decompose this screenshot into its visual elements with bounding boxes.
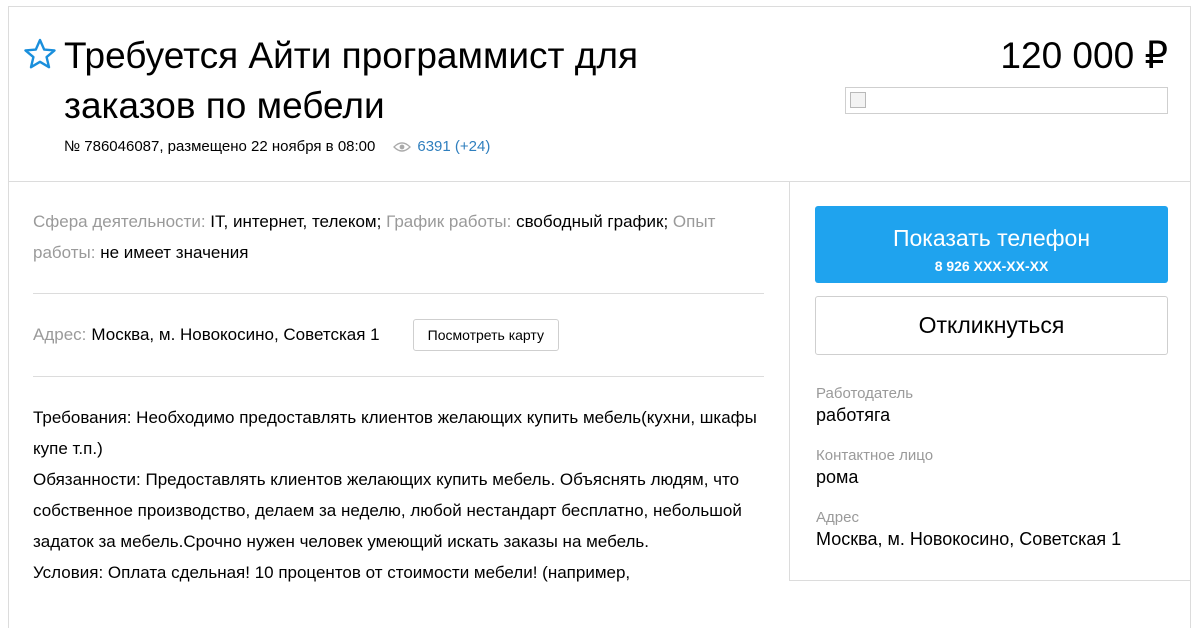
sidebar-divider [789,182,790,580]
broken-image-icon [850,92,866,108]
eye-icon [393,141,412,152]
schedule-value: свободный график; [516,212,669,231]
price-image-placeholder [845,87,1168,114]
sidebar-bottom-divider [789,580,1191,581]
favorite-star-icon[interactable] [24,37,56,71]
description-paragraph: Обязанности: Предоставлять клиентов жела… [33,470,747,551]
address-value: Москва, м. Новокосино, Советская 1 [91,325,380,344]
sphere-label: Сфера деятельности: [33,212,206,231]
employer-value: работяга [816,405,891,425]
divider [33,293,764,294]
contact-label: Контактное лицо [816,447,934,464]
description-paragraph: Требования: Необходимо предоставлять кли… [33,408,762,458]
respond-button[interactable]: Откликнуться [815,296,1168,355]
employer-label: Работодатель [816,385,914,402]
show-phone-label: Показать телефон [892,225,1091,251]
sidebar-address-label: Адрес [816,509,859,526]
sidebar-address-block: Адрес Москва, м. Новокосино, Советская 1 [816,509,1121,550]
show-phone-button[interactable]: Показать телефон 8 926 XXX-XX-XX [815,206,1168,283]
address-label: Адрес: [33,325,87,344]
description-paragraph: Условия: Оплата сдельная! 10 процентов о… [33,563,631,582]
contact-block: Контактное лицо рома [816,447,933,488]
job-params: Сфера деятельности: IT, интернет, телеко… [33,206,753,268]
divider [33,376,764,377]
show-map-button[interactable]: Посмотреть карту [412,319,559,351]
employer-block: Работодатель работяга [816,385,913,426]
listing-meta: № 786046087, размещено 22 ноября в 08:00… [64,138,490,155]
job-description: Требования: Необходимо предоставлять кли… [33,402,768,588]
experience-value: не имеет значения [100,243,249,262]
phone-masked: 8 926 XXX-XX-XX [934,258,1049,274]
page-title: Требуется Айти программист для заказов п… [64,35,638,126]
address-row: Адрес: Москва, м. Новокосино, Советская … [33,319,559,351]
sidebar-address-value: Москва, м. Новокосино, Советская 1 [816,529,1122,549]
listing-number-date: № 786046087, размещено 22 ноября в 08:00 [64,138,376,155]
views-count-link[interactable]: 6391 (+24) [417,138,490,155]
sphere-value: IT, интернет, телеком; [210,212,382,231]
schedule-label: График работы: [386,212,512,231]
contact-value: рома [816,467,859,487]
price: 120 000 ₽ [1000,35,1168,76]
